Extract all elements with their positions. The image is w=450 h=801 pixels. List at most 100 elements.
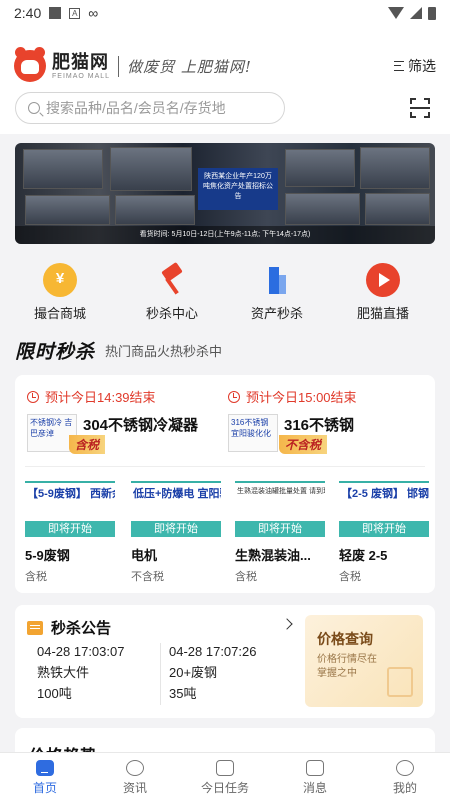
price-query-title: 价格查询	[317, 631, 373, 647]
tab-messages[interactable]: 消息	[270, 753, 360, 801]
slogan: 做废贸 上肥猫网!	[118, 55, 252, 77]
message-icon	[306, 760, 324, 776]
nav-item-flash-center[interactable]: 秒杀中心	[127, 263, 217, 322]
search-icon	[28, 102, 40, 114]
live-play-icon	[366, 263, 400, 297]
thumb-text: 【2-5 废钢】 邯钢三炼钢	[341, 488, 429, 500]
brand-cn: 肥猫网	[52, 51, 109, 72]
tab-home[interactable]: 首页	[0, 753, 90, 801]
building-icon	[260, 263, 294, 297]
goods-thumbnail: 生熟混装油罐批量处置 请到现场看货 即将开始	[235, 481, 325, 537]
goods-item[interactable]: 【2-5 废钢】 邯钢三炼钢 即将开始 轻废 2-5 含税	[339, 481, 434, 584]
flash-sale-title: 限时秒杀	[15, 341, 96, 363]
nav-label: 秒杀中心	[145, 306, 198, 321]
notice-time: 04-28 17:07:26	[169, 644, 257, 659]
tax-tag: 不含税	[279, 435, 328, 454]
goods-name: 电机	[131, 548, 158, 563]
flash-sale-card: 预计今日14:39结束 不锈钢冷 吉巴彦淖 304不锈钢冷凝器 含税 预计今日1…	[15, 375, 435, 593]
notification-square-icon	[49, 7, 62, 19]
chevron-right-icon[interactable]	[281, 618, 293, 630]
goods-tax: 含税	[235, 571, 257, 583]
notice-entry[interactable]: 04-28 17:07:26 20+废钢 35吨	[169, 641, 256, 704]
header: 肥猫网 FEIMAO MALL 做废贸 上肥猫网! 筛选 搜索品种/品名/会员名…	[0, 26, 450, 134]
tab-label: 资讯	[122, 781, 147, 795]
coming-soon-badge: 即将开始	[131, 521, 221, 537]
banner-footer: 看货时间: 5月10日-12日(上午9点-11点; 下午14点-17点)	[15, 226, 435, 244]
tab-news[interactable]: 资讯	[90, 753, 180, 801]
price-query-button[interactable]: 价格查询 价格行情尽在掌握之中	[305, 615, 423, 707]
notice-qty: 100吨	[37, 686, 72, 701]
task-icon	[216, 760, 234, 776]
goods-item[interactable]: 低压+防爆电 宜阳骏化化 即将开始 电机 不含税	[131, 481, 226, 584]
wifi-icon	[388, 7, 404, 19]
logo-row: 肥猫网 FEIMAO MALL 做废贸 上肥猫网! 筛选	[14, 47, 436, 84]
home-icon	[36, 760, 54, 776]
notice-heading[interactable]: 秒杀公告	[27, 617, 111, 638]
goods-item[interactable]: 生熟混装油罐批量处置 请到现场看货 即将开始 生熟混装油... 含税	[235, 481, 330, 584]
deal-thumbnail: 316不锈钢 宜阳骏化化	[228, 414, 278, 452]
coming-soon-badge: 即将开始	[25, 521, 115, 537]
tab-label: 首页	[32, 781, 57, 795]
tab-label: 今日任务	[200, 781, 249, 795]
goods-name: 生熟混装油...	[235, 548, 311, 563]
status-bar: 2:40 A ∞	[0, 0, 450, 26]
goods-name: 5-9废钢	[25, 548, 70, 563]
nav-item-mall[interactable]: 撮合商城	[15, 263, 105, 322]
brand-en: FEIMAO MALL	[52, 72, 111, 80]
notice-time: 04-28 17:03:07	[37, 644, 125, 659]
document-icon	[387, 667, 413, 697]
goods-tax: 不含税	[131, 571, 164, 583]
nav-label: 肥猫直播	[356, 306, 409, 321]
thumb-text: 【5-9废钢】 西新余发电	[27, 488, 115, 500]
scan-icon[interactable]	[410, 98, 430, 118]
thumb-text: 低压+防爆电 宜阳骏化化	[133, 488, 221, 500]
notice-icon	[27, 620, 43, 635]
goods-tax: 含税	[25, 571, 47, 583]
tab-tasks[interactable]: 今日任务	[180, 753, 270, 801]
goods-name: 轻废 2-5	[339, 548, 388, 563]
a-badge-icon: A	[69, 7, 81, 19]
tab-label: 我的	[392, 781, 417, 795]
battery-icon	[428, 6, 436, 20]
notice-qty: 35吨	[169, 686, 197, 701]
promo-banner[interactable]: 陕西某企业年产120万吨焦化资产处置招标公告 看货时间: 5月10日-12日(上…	[15, 143, 435, 244]
bottom-tab-bar: 首页 资讯 今日任务 消息 我的	[0, 752, 450, 801]
deal-item[interactable]: 预计今日14:39结束 不锈钢冷 吉巴彦淖 304不锈钢冷凝器	[27, 387, 227, 452]
search-input[interactable]: 搜索品种/品名/会员名/存货地	[15, 92, 285, 124]
goods-thumbnail: 低压+防爆电 宜阳骏化化 即将开始	[131, 481, 221, 537]
flash-sale-subtitle: 热门商品火热秒杀中	[105, 343, 223, 359]
nav-item-live[interactable]: 肥猫直播	[338, 263, 428, 322]
nav-label: 撮合商城	[33, 306, 86, 321]
thumb-text: 生熟混装油罐批量处置 请到现场看货	[237, 488, 325, 495]
divider	[25, 466, 425, 467]
coming-soon-badge: 即将开始	[339, 521, 429, 537]
mall-coin-icon	[43, 263, 77, 297]
goods-tax: 含税	[339, 571, 361, 583]
alarm-clock-icon	[27, 390, 39, 403]
notice-title: 秒杀公告	[51, 620, 112, 637]
deal-end-time: 预计今日15:00结束	[246, 390, 357, 405]
status-time: 2:40	[14, 5, 42, 21]
notice-product: 20+废钢	[169, 665, 218, 680]
flash-sale-heading: 限时秒杀 热门商品火热秒杀中	[15, 338, 223, 363]
goods-thumbnail: 【2-5 废钢】 邯钢三炼钢 即将开始	[339, 481, 429, 537]
notice-entry[interactable]: 04-28 17:03:07 熟铁大件 100吨	[37, 641, 124, 704]
alarm-clock-icon	[228, 390, 240, 403]
tax-tag: 含税	[69, 435, 106, 454]
nav-label: 资产秒杀	[250, 306, 303, 321]
coming-soon-badge: 即将开始	[235, 521, 325, 537]
divider	[160, 643, 161, 705]
deal-item[interactable]: 预计今日15:00结束 316不锈钢 宜阳骏化化 316不锈钢	[228, 387, 428, 452]
filter-icon	[394, 61, 404, 71]
nav-item-asset-flash[interactable]: 资产秒杀	[232, 263, 322, 322]
news-icon	[126, 760, 144, 776]
notice-product: 熟铁大件	[37, 665, 90, 680]
brand-logo-icon	[14, 47, 46, 82]
filter-button[interactable]: 筛选	[394, 56, 436, 76]
tab-profile[interactable]: 我的	[360, 753, 450, 801]
goods-item[interactable]: 【5-9废钢】 西新余发电 即将开始 5-9废钢 含税	[25, 481, 120, 584]
flash-notice-card: 秒杀公告 04-28 17:03:07 熟铁大件 100吨 04-28 17:0…	[15, 605, 435, 718]
hammer-icon	[155, 263, 189, 297]
brand-name: 肥猫网 FEIMAO MALL	[52, 53, 110, 80]
search-placeholder: 搜索品种/品名/会员名/存货地	[46, 100, 226, 116]
